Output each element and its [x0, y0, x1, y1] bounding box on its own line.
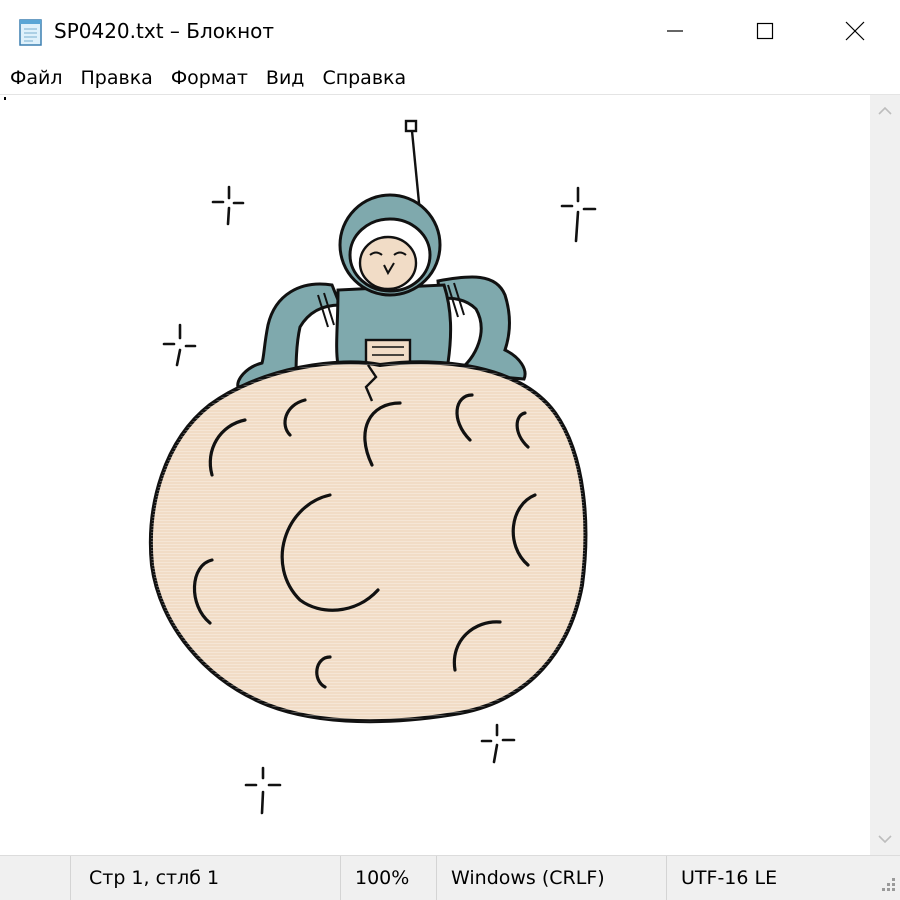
star-icon	[162, 323, 197, 367]
scroll-down-button[interactable]	[870, 825, 900, 855]
vertical-scrollbar[interactable]	[870, 95, 900, 855]
resize-grip-icon[interactable]	[876, 866, 898, 896]
star-icon	[211, 185, 245, 226]
scroll-up-button[interactable]	[870, 95, 900, 125]
status-zoom: 100%	[340, 856, 436, 900]
close-button[interactable]	[810, 0, 900, 62]
menu-bar: Файл Правка Формат Вид Справка	[0, 62, 900, 94]
menu-help[interactable]: Справка	[314, 64, 414, 92]
close-icon	[845, 21, 865, 41]
chevron-up-icon	[878, 106, 892, 115]
status-cursor-position: Стр 1, стлб 1	[70, 856, 340, 900]
menu-edit[interactable]: Правка	[73, 64, 161, 92]
minimize-icon	[667, 30, 683, 32]
chevron-down-icon	[878, 835, 892, 844]
astronaut-moon-art	[148, 119, 597, 815]
status-encoding: UTF-16 LE	[666, 856, 870, 900]
status-line-ending: Windows (CRLF)	[436, 856, 666, 900]
maximize-button[interactable]	[720, 0, 810, 62]
menu-view[interactable]: Вид	[258, 64, 313, 92]
status-bar: Стр 1, стлб 1 100% Windows (CRLF) UTF-16…	[0, 855, 900, 900]
maximize-icon	[756, 22, 774, 40]
title-bar[interactable]: SP0420.txt – Блокнот	[0, 0, 900, 62]
star-icon	[244, 766, 282, 815]
menu-format[interactable]: Формат	[163, 64, 256, 92]
window-title: SP0420.txt – Блокнот	[54, 19, 275, 43]
star-icon	[560, 186, 597, 243]
notepad-icon	[19, 19, 42, 46]
star-icon	[480, 723, 516, 764]
text-editor-area[interactable]	[0, 95, 870, 855]
menu-file[interactable]: Файл	[2, 64, 71, 92]
minimize-button[interactable]	[630, 0, 720, 62]
